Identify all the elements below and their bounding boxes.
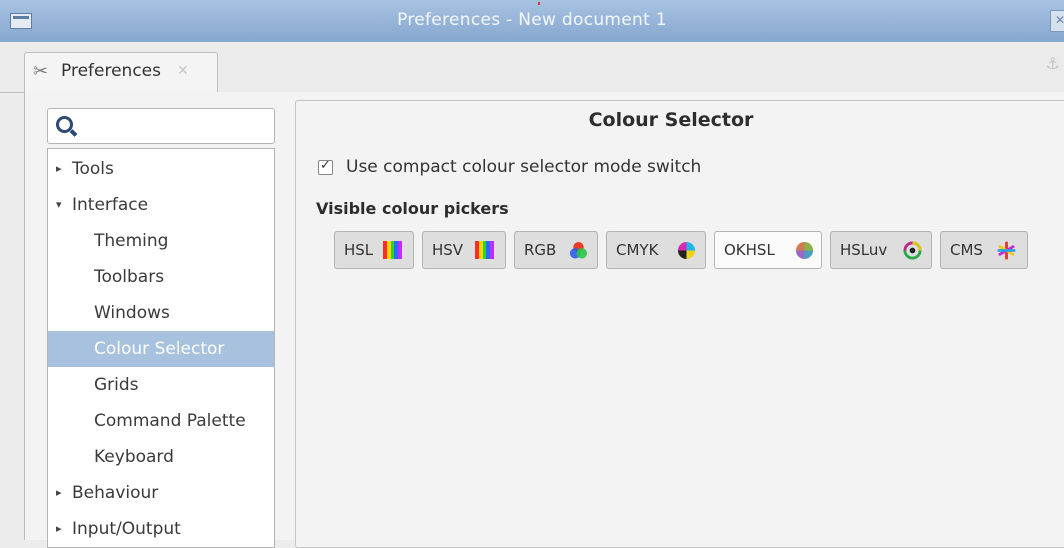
search-input[interactable] xyxy=(82,115,272,139)
collapsed-arrow-icon[interactable]: ▸ xyxy=(56,475,62,511)
cms-star-icon xyxy=(997,241,1016,260)
cmyk-wheel-icon xyxy=(677,241,696,260)
tree-item-label: Theming xyxy=(94,231,169,251)
tree-item-label: Grids xyxy=(94,375,139,395)
tree-item-interface[interactable]: ▾ Interface xyxy=(48,187,274,223)
okhsl-disc-icon xyxy=(795,241,814,260)
tree-item-command-palette[interactable]: Command Palette xyxy=(48,403,274,439)
collapsed-arrow-icon[interactable]: ▸ xyxy=(56,511,62,547)
rgb-circles-icon xyxy=(569,241,588,259)
window-close-button[interactable]: ✕ xyxy=(1050,10,1064,32)
pickers-heading: Visible colour pickers xyxy=(316,199,509,218)
tree-item-label: Behaviour xyxy=(72,483,159,503)
picker-label: HSLuv xyxy=(840,241,888,259)
preferences-tree[interactable]: ▸ Tools ▾ Interface Theming Toolbars Win… xyxy=(47,148,275,548)
tab-close-icon[interactable]: ✕ xyxy=(177,63,189,79)
colour-selector-panel: Colour Selector Use compact colour selec… xyxy=(295,100,1064,548)
tree-item-theming[interactable]: Theming xyxy=(48,223,274,259)
tree-item-input-output[interactable]: ▸ Input/Output xyxy=(48,511,274,547)
tree-item-windows[interactable]: Windows xyxy=(48,295,274,331)
compact-switch-checkbox[interactable] xyxy=(318,158,333,175)
picker-label: CMS xyxy=(950,241,983,259)
title-marker xyxy=(538,2,540,5)
tree-item-label: Toolbars xyxy=(94,267,165,287)
tree-item-label: Tools xyxy=(72,159,114,179)
window-title: Preferences - New document 1 xyxy=(397,10,667,30)
picker-hsluv-button[interactable]: HSLuv xyxy=(830,231,932,269)
tree-item-toolbars[interactable]: Toolbars xyxy=(48,259,274,295)
tree-item-tools[interactable]: ▸ Tools xyxy=(48,151,274,187)
picker-rgb-button[interactable]: RGB xyxy=(514,231,598,269)
tree-item-label: Colour Selector xyxy=(94,339,225,359)
expanded-arrow-icon[interactable]: ▾ xyxy=(56,187,62,223)
hsluv-ring-icon xyxy=(903,241,922,260)
picker-label: OKHSL xyxy=(724,241,775,259)
collapsed-arrow-icon[interactable]: ▸ xyxy=(56,151,62,187)
tree-item-label: Command Palette xyxy=(94,411,246,431)
compact-switch-label[interactable]: Use compact colour selector mode switch xyxy=(346,157,701,177)
tree-item-label: Input/Output xyxy=(72,519,181,539)
window-titlebar[interactable]: Preferences - New document 1 ✕ xyxy=(0,0,1064,43)
picker-label: CMYK xyxy=(616,241,659,259)
preferences-content: ▸ Tools ▾ Interface Theming Toolbars Win… xyxy=(24,92,1064,548)
tree-item-label: Keyboard xyxy=(94,447,174,467)
picker-okhsl-button[interactable]: OKHSL xyxy=(714,231,822,269)
picker-label: RGB xyxy=(524,241,557,259)
picker-hsl-button[interactable]: HSL xyxy=(334,231,414,269)
panel-title: Colour Selector xyxy=(588,109,754,131)
tree-item-label: Interface xyxy=(72,195,149,215)
hsl-bars-icon xyxy=(383,241,402,260)
picker-label: HSL xyxy=(344,241,374,259)
picker-cms-button[interactable]: CMS xyxy=(940,231,1028,269)
tab-preferences[interactable]: ✂ Preferences ✕ xyxy=(24,52,218,92)
search-box[interactable] xyxy=(47,108,275,144)
picker-cmyk-button[interactable]: CMYK xyxy=(606,231,706,269)
tree-item-keyboard[interactable]: Keyboard xyxy=(48,439,274,475)
picker-hsv-button[interactable]: HSV xyxy=(422,231,506,269)
hsv-bars-icon xyxy=(475,241,494,260)
dock-pin-icon[interactable]: ⚓ xyxy=(1046,54,1060,73)
tab-label: Preferences xyxy=(61,61,161,81)
tree-item-label: Windows xyxy=(94,303,170,323)
tree-item-behaviour[interactable]: ▸ Behaviour xyxy=(48,475,274,511)
picker-label: HSV xyxy=(432,241,464,259)
preferences-tools-icon: ✂ xyxy=(33,61,49,82)
tree-item-grids[interactable]: Grids xyxy=(48,367,274,403)
tree-item-colour-selector[interactable]: Colour Selector xyxy=(48,331,274,367)
tab-strip: ✂ Preferences ✕ ⚓ xyxy=(0,42,1064,93)
search-icon xyxy=(56,116,73,133)
